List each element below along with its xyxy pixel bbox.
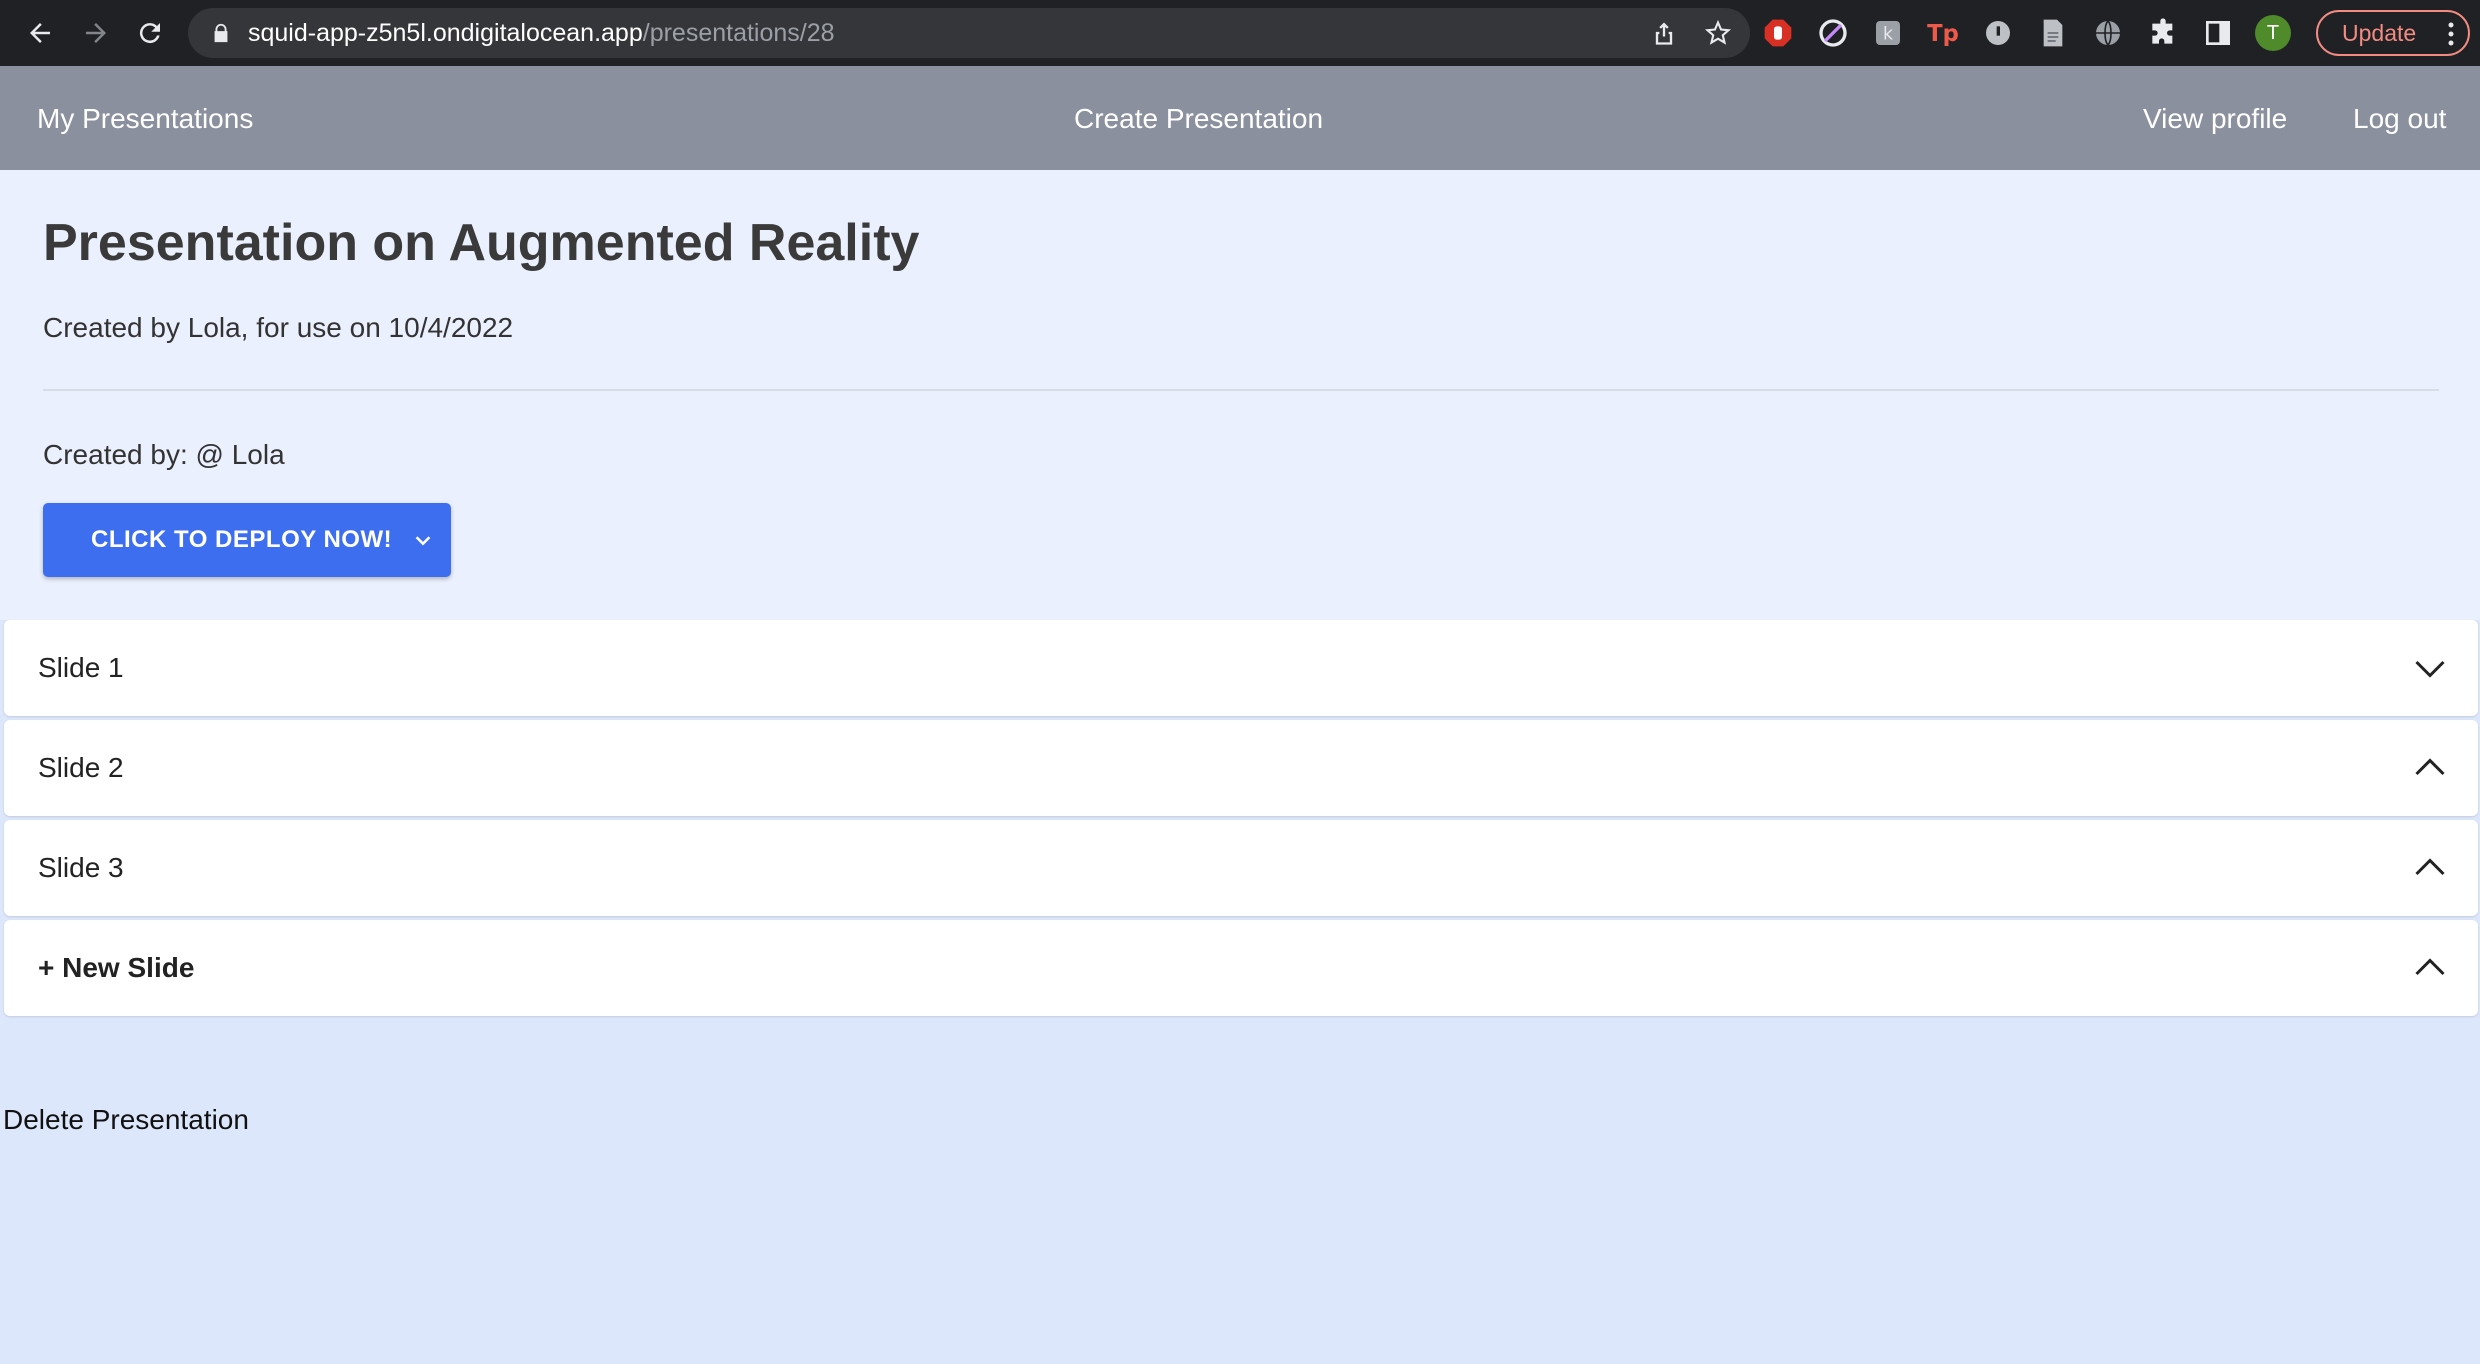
stop-icon xyxy=(1764,19,1791,47)
browser-toolbar: squid-app-z5n5l.ondigitalocean.app/prese… xyxy=(0,0,2480,66)
divider xyxy=(43,389,2439,391)
no-sign-icon xyxy=(1818,19,1847,47)
nav-my-presentations[interactable]: My Presentations xyxy=(37,103,253,135)
slides-accordion: Slide 1 Slide 2 Slide 3 + New Slide xyxy=(4,620,2478,1020)
chevron-up-icon[interactable] xyxy=(2412,750,2448,786)
address-bar[interactable]: squid-app-z5n5l.ondigitalocean.app/prese… xyxy=(188,8,1750,58)
app-navbar: My Presentations Create Presentation Vie… xyxy=(0,66,2480,170)
svg-text:Tp: Tp xyxy=(1927,21,1959,47)
slide-label: Slide 2 xyxy=(38,752,124,783)
reload-button[interactable] xyxy=(122,0,178,66)
created-by-text: Created by: @ Lola xyxy=(43,439,285,470)
nav-view-profile[interactable]: View profile xyxy=(2143,103,2287,135)
slide-label: Slide 3 xyxy=(38,852,124,883)
back-button[interactable] xyxy=(12,0,68,66)
side-panel-icon xyxy=(2205,21,2230,45)
new-slide-item[interactable]: + New Slide xyxy=(4,920,2478,1016)
arrow-right-icon xyxy=(86,23,106,43)
globe-icon xyxy=(2095,20,2120,46)
extension-tp[interactable]: Tp xyxy=(1925,16,1960,51)
chevron-up-icon[interactable] xyxy=(2412,950,2448,986)
lock-icon xyxy=(214,23,228,43)
presentation-header: Presentation on Augmented Reality Create… xyxy=(0,170,2480,620)
url-path: /presentations/28 xyxy=(642,18,835,47)
extension-stop[interactable] xyxy=(1760,16,1795,51)
share-icon[interactable] xyxy=(1650,19,1678,47)
circle-info-icon xyxy=(1985,21,2010,45)
extensions-menu[interactable] xyxy=(2145,16,2180,51)
slide-label: Slide 1 xyxy=(38,652,124,683)
chevron-up-icon[interactable] xyxy=(2412,850,2448,886)
deploy-button-label: CLICK TO DEPLOY NOW! xyxy=(91,526,393,553)
new-slide-label: + New Slide xyxy=(38,952,195,983)
extensions-puzzle-icon xyxy=(2151,18,2172,44)
document-icon xyxy=(2043,19,2062,47)
update-button[interactable]: Update xyxy=(2316,10,2470,56)
chevron-down-icon xyxy=(415,536,431,546)
reload-icon xyxy=(139,23,160,44)
update-label: Update xyxy=(2342,19,2417,46)
side-panel-toggle[interactable] xyxy=(2200,16,2235,51)
extension-document[interactable] xyxy=(2035,16,2070,51)
presentation-subtitle: Created by Lola, for use on 10/4/2022 xyxy=(43,312,514,343)
kebab-menu-icon xyxy=(2448,22,2454,46)
extension-globe[interactable] xyxy=(2090,16,2125,51)
profile-avatar[interactable]: T xyxy=(2255,15,2291,51)
page-title: Presentation on Augmented Reality xyxy=(43,214,920,272)
bookmark-star-icon[interactable] xyxy=(1704,19,1732,47)
arrow-left-icon xyxy=(30,23,50,43)
nav-create-presentation[interactable]: Create Presentation xyxy=(1074,103,1323,135)
slide-item-2[interactable]: Slide 2 xyxy=(4,720,2478,816)
nav-log-out[interactable]: Log out xyxy=(2353,103,2446,135)
forward-button[interactable] xyxy=(68,0,124,66)
url-host: squid-app-z5n5l.ondigitalocean.app xyxy=(248,18,643,47)
chevron-down-icon[interactable] xyxy=(2412,650,2448,686)
deploy-button[interactable]: CLICK TO DEPLOY NOW! xyxy=(43,503,451,577)
slide-item-1[interactable]: Slide 1 xyxy=(4,620,2478,716)
slide-item-3[interactable]: Slide 3 xyxy=(4,820,2478,916)
svg-text:k: k xyxy=(1882,25,1892,45)
tp-icon: Tp xyxy=(1927,21,1959,47)
delete-presentation-button[interactable]: Delete Presentation xyxy=(3,1104,249,1136)
extension-no-sign[interactable] xyxy=(1815,16,1850,51)
puzzle-letter-icon: k xyxy=(1875,21,1900,45)
extension-puzzle-letter[interactable]: k xyxy=(1870,16,1905,51)
extension-circle-info[interactable] xyxy=(1980,16,2015,51)
